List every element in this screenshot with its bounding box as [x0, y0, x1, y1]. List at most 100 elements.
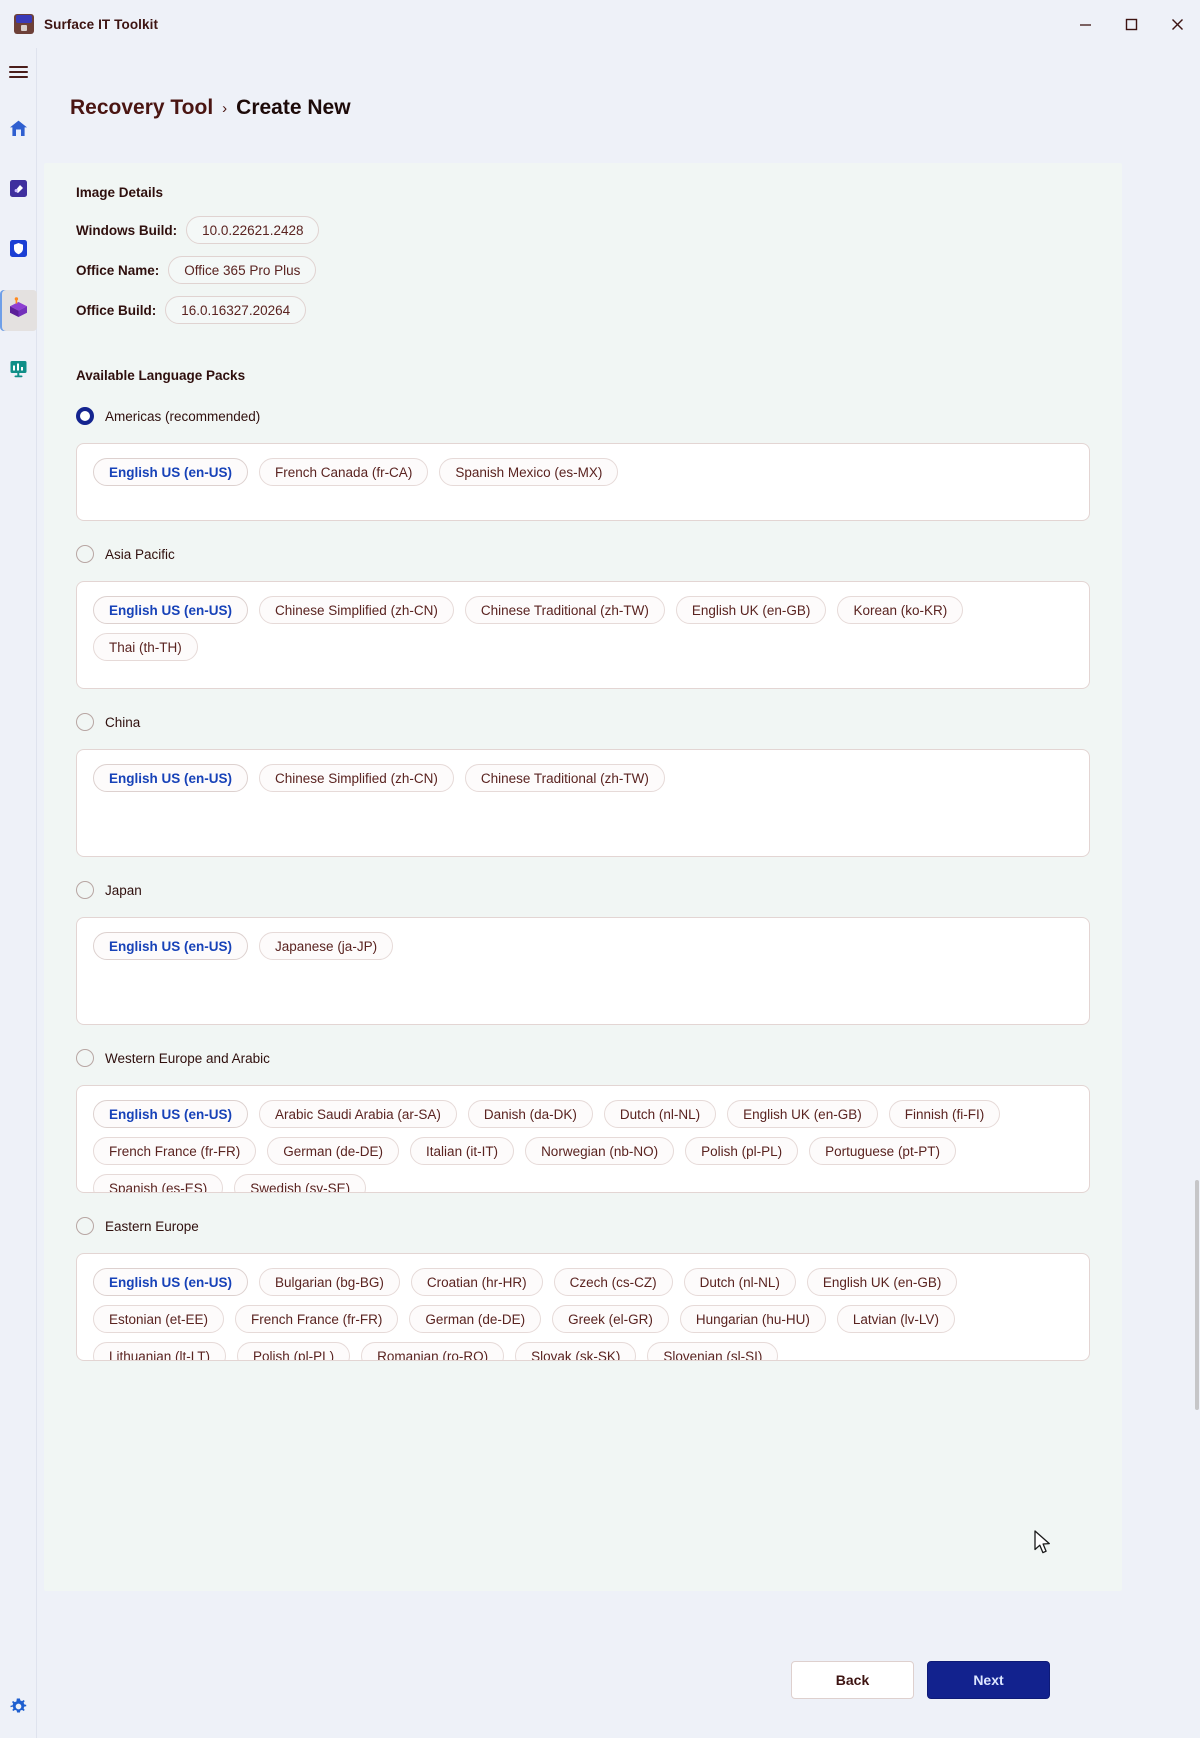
back-button[interactable]: Back	[791, 1661, 914, 1699]
application-window: Surface IT Toolkit	[0, 0, 1200, 1738]
language-chip[interactable]: Polish (pl-PL)	[685, 1137, 798, 1165]
vertical-scrollbar[interactable]	[1195, 1180, 1199, 1410]
language-chip[interactable]: Slovenian (sl-SI)	[647, 1342, 778, 1361]
radio-japan[interactable]	[76, 881, 94, 899]
language-chip[interactable]: Latvian (lv-LV)	[837, 1305, 955, 1333]
language-chip[interactable]: Italian (it-IT)	[410, 1137, 514, 1165]
language-pack-group-china: China English US (en-US) Chinese Simplifie…	[76, 711, 1090, 857]
gear-icon	[9, 1697, 28, 1721]
detail-row-office-build: Office Build: 16.0.16327.20264	[76, 296, 1090, 324]
language-chip[interactable]: Greek (el-GR)	[552, 1305, 669, 1333]
detail-row-windows-build: Windows Build: 10.0.22621.2428	[76, 216, 1090, 244]
monitor-chart-icon	[9, 359, 28, 383]
detail-label: Office Build:	[76, 303, 156, 318]
language-pack-group-americas: Americas (recommended) English US (en-US)…	[76, 405, 1090, 521]
group-header-americas[interactable]: Americas (recommended)	[76, 405, 1090, 427]
group-label-americas: Americas (recommended)	[105, 409, 260, 424]
language-chip[interactable]: English US (en-US)	[93, 1268, 248, 1296]
language-chip[interactable]: Portuguese (pt-PT)	[809, 1137, 956, 1165]
breadcrumb-separator-icon: ›	[222, 100, 227, 117]
detail-label: Windows Build:	[76, 223, 177, 238]
sidebar-item-data-eraser[interactable]	[0, 170, 37, 211]
detail-value: 10.0.22621.2428	[186, 216, 319, 244]
chip-container-eastern-europe: English US (en-US) Bulgarian (bg-BG) Croat…	[76, 1253, 1090, 1361]
group-header-eastern-europe[interactable]: Eastern Europe	[76, 1215, 1090, 1237]
language-chip[interactable]: Czech (cs-CZ)	[554, 1268, 673, 1296]
language-chip[interactable]: Spanish (es-ES)	[93, 1174, 223, 1193]
language-chip[interactable]: Lithuanian (lt-LT)	[93, 1342, 226, 1361]
language-chip[interactable]: French France (fr-FR)	[93, 1137, 256, 1165]
group-header-asia-pacific[interactable]: Asia Pacific	[76, 543, 1090, 565]
language-chip[interactable]: Danish (da-DK)	[468, 1100, 593, 1128]
language-chip[interactable]: English US (en-US)	[93, 764, 248, 792]
sidebar-item-recovery-tool[interactable]	[0, 290, 37, 331]
radio-western-europe-and-arabic[interactable]	[76, 1049, 94, 1067]
hamburger-menu-button[interactable]	[0, 52, 37, 93]
language-chip[interactable]: Chinese Simplified (zh-CN)	[259, 764, 454, 792]
group-label-eastern-europe: Eastern Europe	[105, 1219, 199, 1234]
wizard-footer: Back Next	[44, 1660, 1122, 1700]
language-chip[interactable]: Norwegian (nb-NO)	[525, 1137, 674, 1165]
language-chip[interactable]: Spanish Mexico (es-MX)	[439, 458, 618, 486]
group-header-western-europe-and-arabic[interactable]: Western Europe and Arabic	[76, 1047, 1090, 1069]
language-chip[interactable]: Dutch (nl-NL)	[684, 1268, 796, 1296]
language-chip[interactable]: Japanese (ja-JP)	[259, 932, 393, 960]
recovery-box-icon	[7, 297, 30, 325]
image-details-list: Windows Build: 10.0.22621.2428 Office Na…	[76, 216, 1090, 324]
sidebar-item-diagnostics[interactable]	[0, 350, 37, 391]
language-chip[interactable]: Croatian (hr-HR)	[411, 1268, 543, 1296]
language-pack-group-eastern-europe: Eastern Europe English US (en-US) Bulgaria…	[76, 1215, 1090, 1361]
chip-list: English US (en-US) Arabic Saudi Arabia (a…	[93, 1100, 1073, 1193]
language-chip[interactable]: French France (fr-FR)	[235, 1305, 398, 1333]
language-chip[interactable]: Finnish (fi-FI)	[889, 1100, 1001, 1128]
language-chip[interactable]: Thai (th-TH)	[93, 633, 198, 661]
language-chip[interactable]: Estonian (et-EE)	[93, 1305, 224, 1333]
detail-value: 16.0.16327.20264	[165, 296, 306, 324]
language-chip[interactable]: Chinese Traditional (zh-TW)	[465, 764, 665, 792]
group-label-japan: Japan	[105, 883, 142, 898]
radio-eastern-europe[interactable]	[76, 1217, 94, 1235]
language-chip[interactable]: English UK (en-GB)	[676, 596, 827, 624]
language-chip[interactable]: French Canada (fr-CA)	[259, 458, 428, 486]
detail-row-office-name: Office Name: Office 365 Pro Plus	[76, 256, 1090, 284]
settings-button[interactable]	[0, 1694, 37, 1724]
language-chip[interactable]: Swedish (sv-SE)	[234, 1174, 366, 1193]
language-chip[interactable]: English US (en-US)	[93, 932, 248, 960]
radio-china[interactable]	[76, 713, 94, 731]
radio-asia-pacific[interactable]	[76, 545, 94, 563]
language-chip[interactable]: Chinese Traditional (zh-TW)	[465, 596, 665, 624]
language-chip[interactable]: German (de-DE)	[267, 1137, 399, 1165]
next-button[interactable]: Next	[927, 1661, 1050, 1699]
language-chip[interactable]: Bulgarian (bg-BG)	[259, 1268, 400, 1296]
close-button[interactable]	[1154, 0, 1200, 48]
home-icon	[8, 118, 29, 144]
language-chip[interactable]: English US (en-US)	[93, 596, 248, 624]
language-chip[interactable]: Arabic Saudi Arabia (ar-SA)	[259, 1100, 457, 1128]
window-title: Surface IT Toolkit	[44, 17, 158, 32]
language-chip[interactable]: English UK (en-GB)	[807, 1268, 958, 1296]
language-chip[interactable]: English UK (en-GB)	[727, 1100, 878, 1128]
language-chip[interactable]: English US (en-US)	[93, 1100, 248, 1128]
language-chip[interactable]: Hungarian (hu-HU)	[680, 1305, 826, 1333]
breadcrumb-parent[interactable]: Recovery Tool	[70, 96, 213, 120]
language-chip[interactable]: Slovak (sk-SK)	[515, 1342, 636, 1361]
group-header-japan[interactable]: Japan	[76, 879, 1090, 901]
sidebar-item-security[interactable]	[0, 230, 37, 271]
language-chip[interactable]: Dutch (nl-NL)	[604, 1100, 716, 1128]
language-chip[interactable]: Korean (ko-KR)	[837, 596, 963, 624]
language-chip[interactable]: German (de-DE)	[409, 1305, 541, 1333]
minimize-button[interactable]	[1062, 0, 1108, 48]
language-chip[interactable]: Romanian (ro-RO)	[361, 1342, 504, 1361]
breadcrumb-current: Create New	[236, 96, 350, 120]
language-pack-group-list: Americas (recommended) English US (en-US)…	[76, 405, 1090, 1361]
sidebar-rail	[0, 48, 37, 1738]
surface-it-toolkit-icon	[14, 14, 34, 34]
language-chip[interactable]: Polish (pl-PL)	[237, 1342, 350, 1361]
sidebar-item-home[interactable]	[0, 110, 37, 151]
chip-container-asia-pacific: English US (en-US) Chinese Simplified (zh…	[76, 581, 1090, 689]
maximize-button[interactable]	[1108, 0, 1154, 48]
radio-americas[interactable]	[76, 407, 94, 425]
language-chip[interactable]: English US (en-US)	[93, 458, 248, 486]
group-header-china[interactable]: China	[76, 711, 1090, 733]
language-chip[interactable]: Chinese Simplified (zh-CN)	[259, 596, 454, 624]
